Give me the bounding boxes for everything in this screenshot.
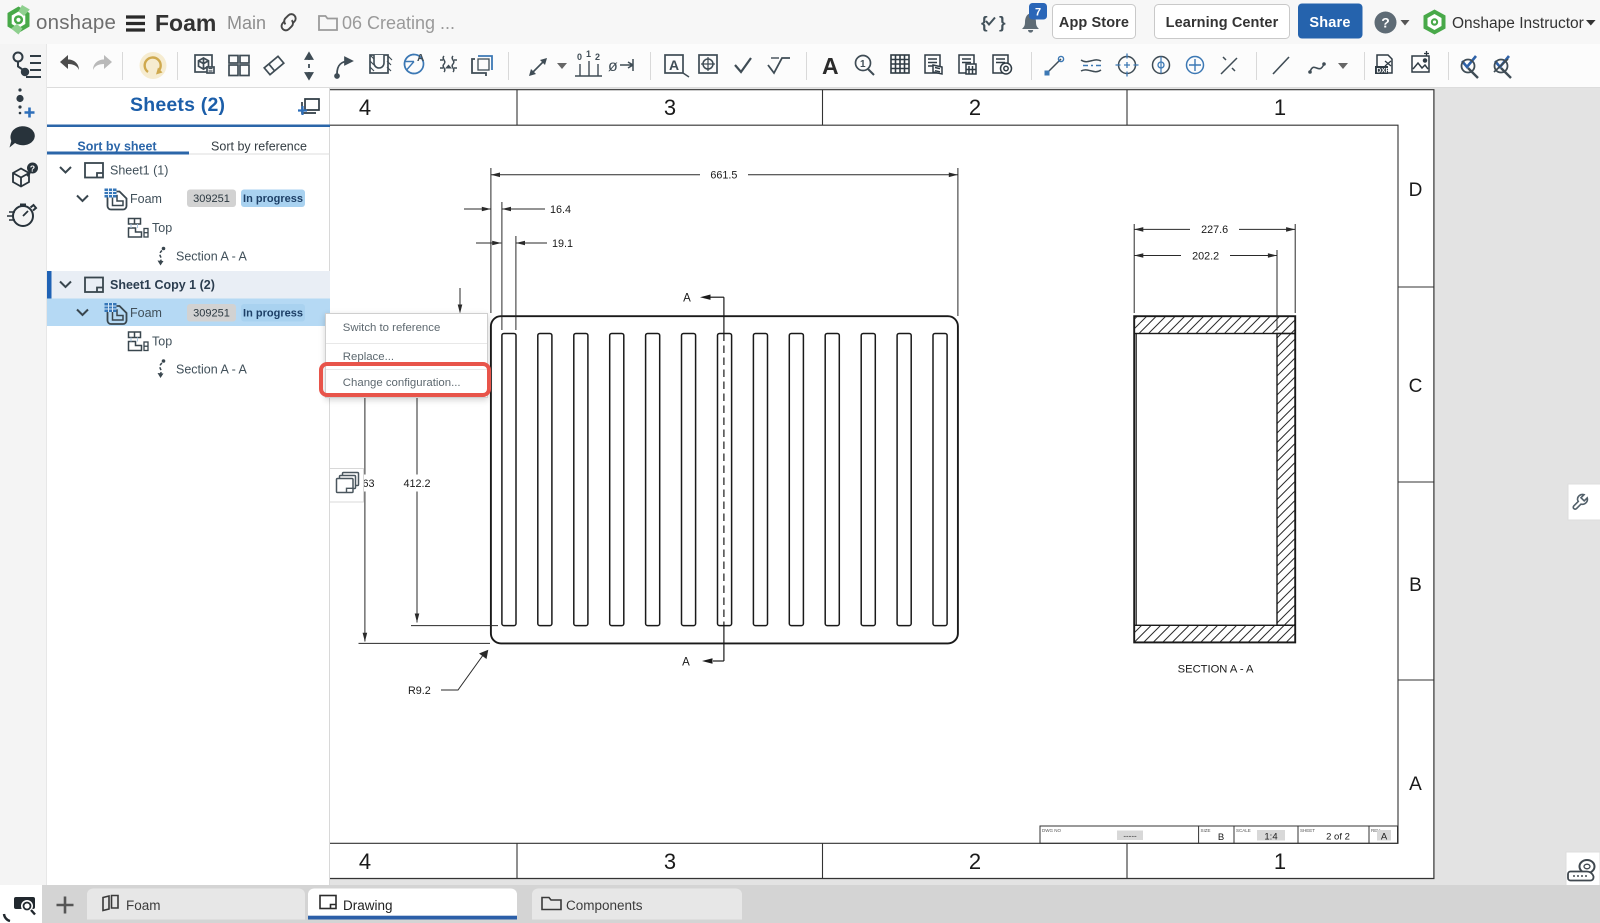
svg-text:Components: Components <box>566 898 643 913</box>
svg-text:2 of 2: 2 of 2 <box>1326 832 1350 843</box>
svg-text:Onshape Instructor: Onshape Instructor <box>1452 15 1584 32</box>
svg-text:A: A <box>822 53 839 79</box>
svg-text:2: 2 <box>969 849 981 874</box>
svg-text:Foam: Foam <box>130 306 162 320</box>
svg-text:16.4: 16.4 <box>550 204 571 216</box>
svg-text:3: 3 <box>664 95 676 120</box>
svg-text:2: 2 <box>969 95 981 120</box>
svg-text:1: 1 <box>586 49 591 59</box>
svg-text:7: 7 <box>1035 7 1041 19</box>
svg-text:Foam: Foam <box>126 898 161 913</box>
svg-text:SECTION A - A: SECTION A - A <box>1178 664 1254 676</box>
svg-text:Section A - A: Section A - A <box>176 363 248 377</box>
svg-text:C: C <box>1409 376 1423 397</box>
svg-text:?: ? <box>30 164 35 174</box>
svg-text:Main: Main <box>227 13 266 33</box>
svg-text:Section A - A: Section A - A <box>176 250 248 264</box>
svg-text:Sheet1 (1): Sheet1 (1) <box>110 164 168 178</box>
svg-text:Foam: Foam <box>155 10 216 36</box>
svg-text:309251: 309251 <box>193 193 230 205</box>
svg-text:Sort by reference: Sort by reference <box>211 140 307 154</box>
svg-text:A: A <box>683 293 691 305</box>
svg-text:1: 1 <box>860 59 866 70</box>
svg-text:A: A <box>417 53 424 64</box>
svg-text:3: 3 <box>664 849 676 874</box>
svg-text:In progress: In progress <box>243 308 303 320</box>
svg-text:Sheet1 Copy 1 (2): Sheet1 Copy 1 (2) <box>110 278 215 292</box>
svg-text:2: 2 <box>595 52 600 62</box>
svg-text:}: } <box>999 13 1006 32</box>
svg-text:D: D <box>1409 180 1423 201</box>
svg-text:309251: 309251 <box>193 308 230 320</box>
svg-text:A: A <box>669 57 679 73</box>
svg-text:Foam: Foam <box>130 192 162 206</box>
svg-text:?: ? <box>1381 15 1390 31</box>
svg-text:SHEET: SHEET <box>1300 828 1315 833</box>
svg-text:Sort by sheet: Sort by sheet <box>77 140 157 154</box>
svg-text:227.6: 227.6 <box>1201 224 1228 236</box>
svg-text:R9.2: R9.2 <box>408 685 431 697</box>
svg-text:Share: Share <box>1309 15 1350 31</box>
svg-text:661.5: 661.5 <box>710 170 737 182</box>
svg-text:19.1: 19.1 <box>552 238 573 250</box>
svg-text:202.2: 202.2 <box>1192 250 1219 262</box>
svg-text:412.2: 412.2 <box>403 478 430 490</box>
svg-text:In progress: In progress <box>243 193 303 205</box>
svg-text:DWG NO: DWG NO <box>1042 828 1061 833</box>
svg-text:A: A <box>1381 832 1388 843</box>
svg-text:B: B <box>1218 832 1224 843</box>
svg-text:Drawing: Drawing <box>343 898 393 913</box>
svg-text:4: 4 <box>359 95 371 120</box>
svg-text:SIZE: SIZE <box>1201 828 1211 833</box>
svg-text:Top: Top <box>152 221 172 235</box>
svg-text:0: 0 <box>577 52 582 62</box>
svg-text:A: A <box>1409 774 1422 795</box>
svg-text:App Store: App Store <box>1059 15 1129 31</box>
svg-text:Top: Top <box>152 335 172 349</box>
svg-text:Learning Center: Learning Center <box>1166 15 1279 31</box>
svg-text:4: 4 <box>359 849 371 874</box>
svg-text:A: A <box>682 656 690 668</box>
svg-text:ø: ø <box>608 58 618 75</box>
svg-text:DXF: DXF <box>1377 68 1390 75</box>
svg-text:SCALE: SCALE <box>1236 828 1251 833</box>
svg-text:onshape: onshape <box>36 11 116 34</box>
svg-text:-----: ----- <box>1123 832 1137 841</box>
svg-text:B: B <box>1409 575 1422 596</box>
svg-text:06 Creating ...: 06 Creating ... <box>342 13 455 33</box>
svg-text:Sheets (2): Sheets (2) <box>130 94 225 116</box>
svg-text:1: 1 <box>1274 95 1286 120</box>
svg-text:1: 1 <box>1274 849 1286 874</box>
svg-text:1:4: 1:4 <box>1264 832 1277 843</box>
